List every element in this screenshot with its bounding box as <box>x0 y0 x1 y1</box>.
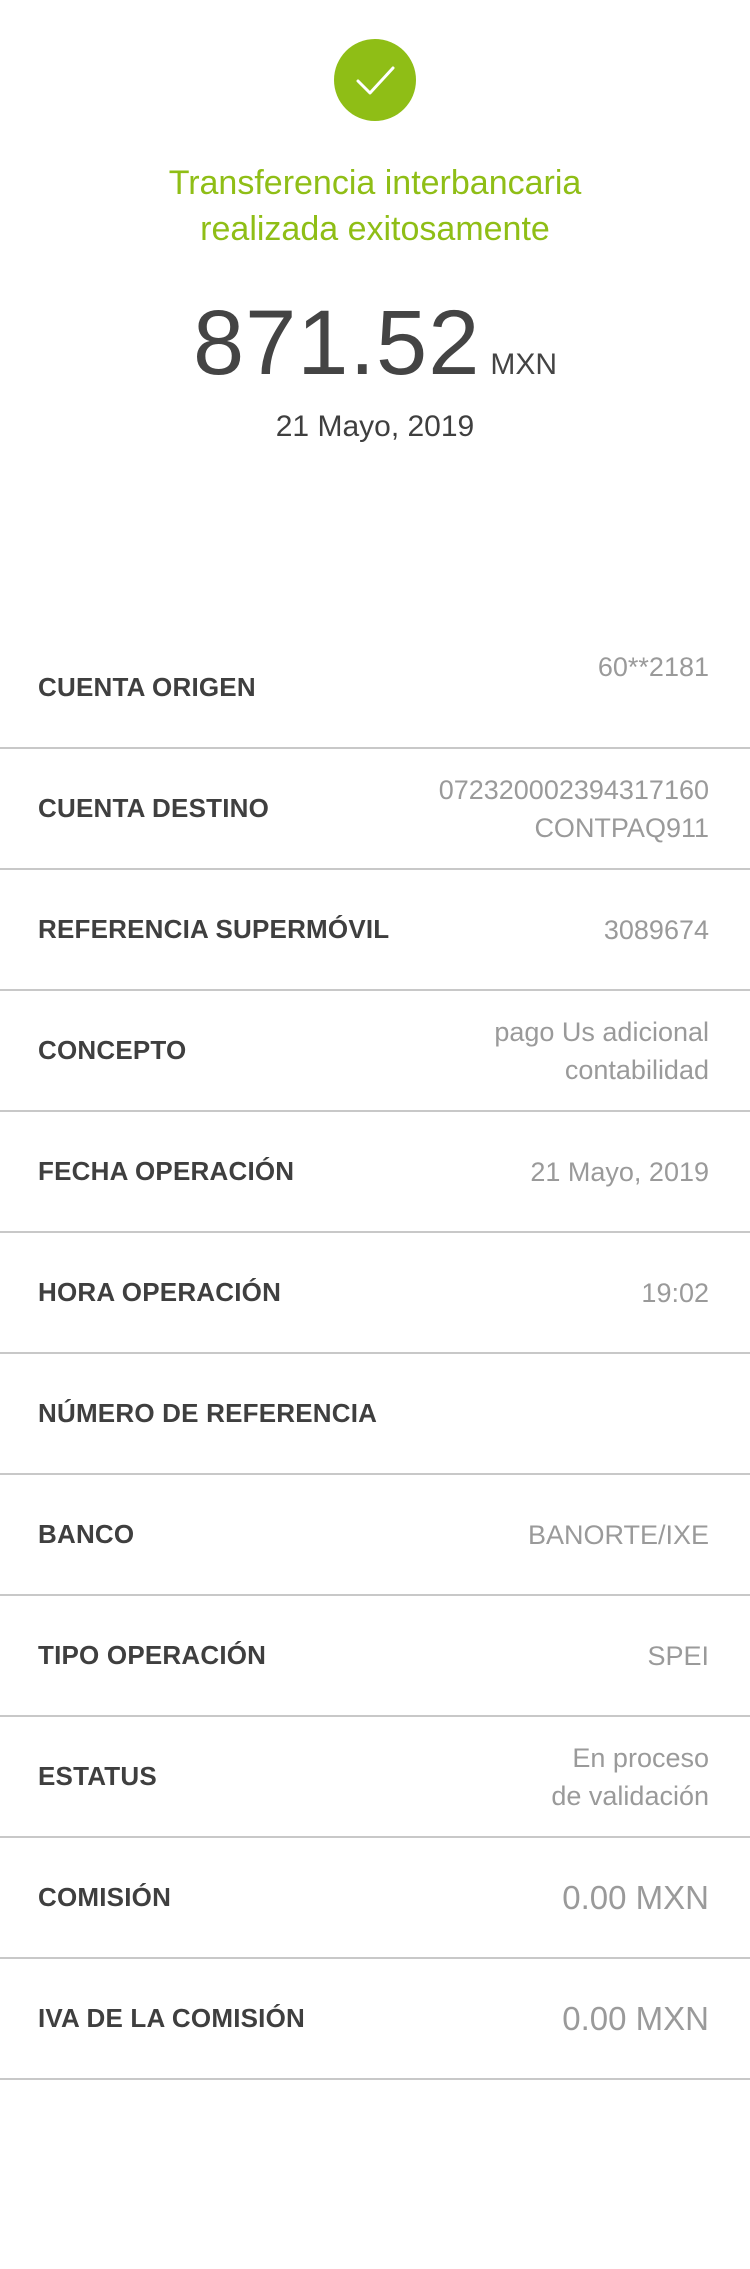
detail-row-fecha-operacion: FECHA OPERACIÓN 21 Mayo, 2019 <box>0 1112 750 1233</box>
detail-label-concepto: CONCEPTO <box>38 1035 187 1065</box>
detail-label-cuenta-destino: CUENTA DESTINO <box>38 793 270 823</box>
detail-row-tipo-operacion: TIPO OPERACIÓN SPEI <box>0 1596 750 1717</box>
detail-value-hora-operacion: 19:02 <box>329 1233 709 1352</box>
transfer-amount: 871.52 MXN <box>0 288 750 398</box>
detail-row-iva-de-la-comision: IVA DE LA COMISIÓN 0.00 MXN <box>0 1959 750 2080</box>
detail-value-concepto: pago Us adicional contabilidad <box>329 991 709 1110</box>
detail-label-estatus: ESTATUS <box>38 1761 157 1791</box>
detail-value-estatus: En proceso de validación <box>329 1717 709 1836</box>
detail-value-line: 0.00 MXN <box>562 1999 709 2037</box>
detail-value-line: CONTPAQ911 <box>534 812 709 843</box>
detail-row-cuenta-destino: CUENTA DESTINO 072320002394317160 CONTPAQ9… <box>0 749 750 870</box>
detail-value-line: 19:02 <box>641 1277 709 1308</box>
detail-value-line: 21 Mayo, 2019 <box>530 1156 709 1187</box>
success-check-icon <box>334 39 416 121</box>
detail-value-line: En proceso <box>572 1742 709 1773</box>
check-icon <box>356 66 395 95</box>
transfer-summary-header: Transferencia interbancaria realizada ex… <box>0 0 750 600</box>
detail-row-hora-operacion: HORA OPERACIÓN 19:02 <box>0 1233 750 1354</box>
detail-label-hora-operacion: HORA OPERACIÓN <box>38 1277 282 1307</box>
success-title: Transferencia interbancaria realizada ex… <box>0 160 750 252</box>
detail-value-tipo-operacion: SPEI <box>329 1596 709 1715</box>
success-title-line2: realizada exitosamente <box>200 210 550 248</box>
detail-value-iva-de-la-comision: 0.00 MXN <box>329 1959 709 2078</box>
detail-label-fecha-operacion: FECHA OPERACIÓN <box>38 1156 295 1186</box>
detail-row-cuenta-origen: CUENTA ORIGEN 60**2181 <box>0 628 750 749</box>
detail-label-cuenta-origen: CUENTA ORIGEN <box>38 672 256 702</box>
amount-value: 871.52 <box>192 292 481 394</box>
detail-value-line: de validación <box>551 1780 709 1811</box>
detail-label-numero-de-referencia: NÚMERO DE REFERENCIA <box>38 1398 378 1428</box>
detail-value-banco: BANORTE/IXE <box>329 1475 709 1594</box>
detail-label-banco: BANCO <box>38 1519 135 1549</box>
detail-label-iva-de-la-comision: IVA DE LA COMISIÓN <box>38 2003 305 2033</box>
detail-value-fecha-operacion: 21 Mayo, 2019 <box>329 1112 709 1231</box>
detail-row-referencia-supermovil: REFERENCIA SUPERMÓVIL 3089674 <box>0 870 750 991</box>
transfer-details-list: CUENTA ORIGEN 60**2181 CUENTA DESTINO 07232… <box>0 628 750 2080</box>
detail-value-line: 0.00 MXN <box>562 1878 709 1916</box>
detail-value-line: SPEI <box>647 1640 709 1671</box>
amount-currency: MXN <box>490 348 558 381</box>
detail-value-numero-de-referencia <box>329 1354 709 1473</box>
detail-value-comision: 0.00 MXN <box>329 1838 709 1957</box>
detail-row-banco: BANCO BANORTE/IXE <box>0 1475 750 1596</box>
detail-row-comision: COMISIÓN 0.00 MXN <box>0 1838 750 1959</box>
detail-value-line: 3089674 <box>603 914 709 945</box>
detail-value-line: BANORTE/IXE <box>527 1519 709 1550</box>
detail-row-estatus: ESTATUS En proceso de validación <box>0 1717 750 1838</box>
detail-value-line: contabilidad <box>564 1054 709 1085</box>
detail-value-cuenta-origen: 60**2181 <box>329 628 709 747</box>
success-title-line1: Transferencia interbancaria <box>168 164 582 202</box>
detail-value-referencia-supermovil: 3089674 <box>329 870 709 989</box>
detail-value-line: 072320002394317160 <box>438 774 709 805</box>
detail-value-cuenta-destino: 072320002394317160 CONTPAQ911 <box>329 749 709 868</box>
detail-label-comision: COMISIÓN <box>38 1882 172 1912</box>
detail-row-numero-de-referencia: NÚMERO DE REFERENCIA <box>0 1354 750 1475</box>
detail-label-tipo-operacion: TIPO OPERACIÓN <box>38 1640 267 1670</box>
detail-value-line: 60**2181 <box>597 652 709 682</box>
detail-value-line: pago Us adicional <box>494 1016 709 1047</box>
detail-row-concepto: CONCEPTO pago Us adicional contabilidad <box>0 991 750 1112</box>
transfer-date: 21 Mayo, 2019 <box>275 410 475 443</box>
